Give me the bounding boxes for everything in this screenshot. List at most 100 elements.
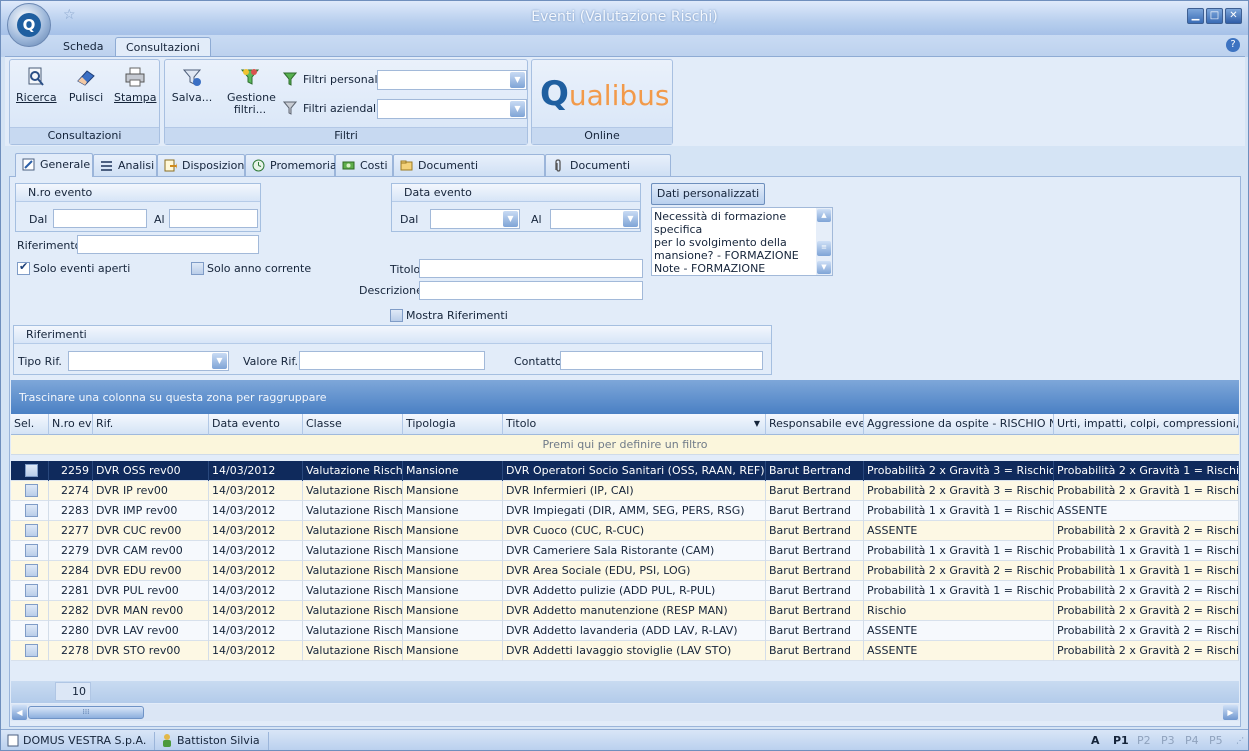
scroll-thumb[interactable]: ≡ xyxy=(817,241,831,256)
column-header-sel[interactable]: Sel. xyxy=(11,414,49,435)
table-row[interactable]: 2259 DVR OSS rev00 14/03/2012 Valutazione R… xyxy=(11,461,1239,481)
table-row[interactable]: 2280 DVR LAV rev00 14/03/2012 Valutazione R… xyxy=(11,621,1239,641)
status-page-p4[interactable]: P4 xyxy=(1185,732,1199,750)
scroll-left-icon[interactable]: ◀ xyxy=(12,705,27,720)
chevron-down-icon[interactable]: ▼ xyxy=(510,72,525,88)
row-select-cell[interactable] xyxy=(11,561,49,581)
ribbon-tab-scheda[interactable]: Scheda xyxy=(53,37,114,57)
data-al-select[interactable]: ▼ xyxy=(550,209,640,229)
tab-disposizioni[interactable]: Disposizioni xyxy=(157,154,247,177)
status-page-p5[interactable]: P5 xyxy=(1209,732,1223,750)
row-select-cell[interactable] xyxy=(11,521,49,541)
pulisci-button[interactable]: Pulisci xyxy=(68,66,104,104)
scroll-thumb[interactable]: ⁞⁞⁞ xyxy=(28,706,144,719)
riferimento-input[interactable] xyxy=(77,235,259,254)
tab-generale[interactable]: Generale xyxy=(15,153,93,177)
table-row[interactable]: 2279 DVR CAM rev00 14/03/2012 Valutazione R… xyxy=(11,541,1239,561)
help-icon[interactable]: ? xyxy=(1226,38,1240,52)
row-select-cell[interactable] xyxy=(11,501,49,521)
table-row[interactable]: 2274 DVR IP rev00 14/03/2012 Valutazione Ri… xyxy=(11,481,1239,501)
row-select-checkbox[interactable] xyxy=(25,524,38,537)
column-header-data[interactable]: Data evento xyxy=(209,414,303,435)
column-header-responsabile[interactable]: Responsabile evento xyxy=(766,414,864,435)
column-header-nro[interactable]: N.ro evento xyxy=(49,414,93,435)
ribbon-tab-consultazioni[interactable]: Consultazioni xyxy=(115,37,211,57)
ricerca-button[interactable]: Ricerca xyxy=(16,66,57,104)
row-select-cell[interactable] xyxy=(11,641,49,661)
dati-personalizzati-button[interactable]: Dati personalizzati xyxy=(651,183,765,205)
row-select-checkbox[interactable] xyxy=(25,624,38,637)
chevron-down-icon[interactable]: ▼ xyxy=(212,353,227,369)
stampa-button[interactable]: Stampa xyxy=(114,66,156,104)
row-select-cell[interactable] xyxy=(11,541,49,561)
column-header-urti[interactable]: Urti, impatti, colpi, compressioni, impi… xyxy=(1054,414,1239,435)
data-al-label: Al xyxy=(531,213,542,226)
resize-grip-icon[interactable]: ⋰ xyxy=(1236,736,1244,745)
solo-anno-corrente-checkbox[interactable] xyxy=(191,262,204,275)
column-header-tipologia[interactable]: Tipologia xyxy=(403,414,503,435)
titolo-input[interactable] xyxy=(419,259,643,278)
chevron-down-icon[interactable]: ▼ xyxy=(623,211,638,227)
filter-row[interactable]: Premi qui per definire un filtro xyxy=(11,435,1239,455)
filtri-personali-select[interactable]: ▼ xyxy=(377,70,527,90)
status-page-p1[interactable]: P1 xyxy=(1113,732,1129,750)
row-select-checkbox[interactable] xyxy=(25,584,38,597)
column-header-classe[interactable]: Classe xyxy=(303,414,403,435)
tab-analisi[interactable]: Analisi xyxy=(93,154,157,177)
printer-icon xyxy=(125,67,145,87)
valore-rif-input[interactable] xyxy=(299,351,485,370)
table-row[interactable]: 2282 DVR MAN rev00 14/03/2012 Valutazione R… xyxy=(11,601,1239,621)
row-select-checkbox[interactable] xyxy=(25,504,38,517)
row-select-checkbox[interactable] xyxy=(25,464,38,477)
filtri-aziendali-select[interactable]: ▼ xyxy=(377,99,527,119)
column-header-aggressione[interactable]: Aggressione da ospite - RISCHIO NEI LUOG… xyxy=(864,414,1054,435)
nro-dal-input[interactable] xyxy=(53,209,147,228)
memo-scrollbar[interactable]: ▲ ≡ ▼ xyxy=(816,208,832,275)
scroll-down-icon[interactable]: ▼ xyxy=(817,261,831,274)
contatto-input[interactable] xyxy=(560,351,763,370)
tab-costi[interactable]: Costi xyxy=(335,154,393,177)
table-row[interactable]: 2284 DVR EDU rev00 14/03/2012 Valutazione R… xyxy=(11,561,1239,581)
scroll-right-icon[interactable]: ▶ xyxy=(1223,705,1238,720)
chevron-down-icon[interactable]: ▼ xyxy=(510,101,525,117)
gestione-filtri-button[interactable]: Gestione filtri... xyxy=(227,66,276,116)
row-select-cell[interactable] xyxy=(11,601,49,621)
row-select-checkbox[interactable] xyxy=(25,644,38,657)
solo-eventi-aperti-checkbox[interactable]: ✔ xyxy=(17,260,30,275)
tipo-rif-select[interactable]: ▼ xyxy=(68,351,229,371)
app-menu-button[interactable]: Q xyxy=(7,3,51,47)
data-dal-select[interactable]: ▼ xyxy=(430,209,520,229)
group-by-area[interactable]: Trascinare una colonna su questa zona pe… xyxy=(11,380,1239,414)
table-row[interactable]: 2277 DVR CUC rev00 14/03/2012 Valutazione R… xyxy=(11,521,1239,541)
row-select-cell[interactable] xyxy=(11,481,49,501)
mostra-riferimenti-checkbox[interactable] xyxy=(390,309,403,322)
row-select-checkbox[interactable] xyxy=(25,484,38,497)
horizontal-scrollbar[interactable]: ◀ ⁞⁞⁞ ▶ xyxy=(11,704,1239,721)
row-select-cell[interactable] xyxy=(11,621,49,641)
tab-promemoria[interactable]: Promemoria xyxy=(245,154,337,177)
minimize-button[interactable]: ▁ xyxy=(1187,8,1204,24)
nro-al-input[interactable] xyxy=(169,209,258,228)
status-page-p3[interactable]: P3 xyxy=(1161,732,1175,750)
status-page-p2[interactable]: P2 xyxy=(1137,732,1151,750)
column-header-titolo[interactable]: Titolo ▼ xyxy=(503,414,766,435)
descrizione-input[interactable] xyxy=(419,281,643,300)
row-select-checkbox[interactable] xyxy=(25,604,38,617)
column-header-rif[interactable]: Rif. xyxy=(93,414,209,435)
tab-documenti-collegati[interactable]: Documenti collegati xyxy=(545,154,671,193)
scroll-up-icon[interactable]: ▲ xyxy=(817,209,831,222)
table-row[interactable]: 2283 DVR IMP rev00 14/03/2012 Valutazione R… xyxy=(11,501,1239,521)
close-button[interactable]: ✕ xyxy=(1225,8,1242,24)
row-select-cell[interactable] xyxy=(11,461,49,481)
row-select-checkbox[interactable] xyxy=(25,544,38,557)
salva-filter-button[interactable]: Salva... xyxy=(171,66,213,104)
table-row[interactable]: 2278 DVR STO rev00 14/03/2012 Valutazione R… xyxy=(11,641,1239,661)
chevron-down-icon[interactable]: ▼ xyxy=(503,211,518,227)
tab-documenti-comunicazioni[interactable]: Documenti comunicazioni xyxy=(393,154,545,193)
dati-personalizzati-memo[interactable]: Necessità di formazione specifica per lo… xyxy=(651,207,833,276)
table-row[interactable]: 2281 DVR PUL rev00 14/03/2012 Valutazione R… xyxy=(11,581,1239,601)
qualibus-logo[interactable]: Qualibus xyxy=(540,74,669,114)
maximize-button[interactable]: □ xyxy=(1206,8,1223,24)
row-select-cell[interactable] xyxy=(11,581,49,601)
row-select-checkbox[interactable] xyxy=(25,564,38,577)
